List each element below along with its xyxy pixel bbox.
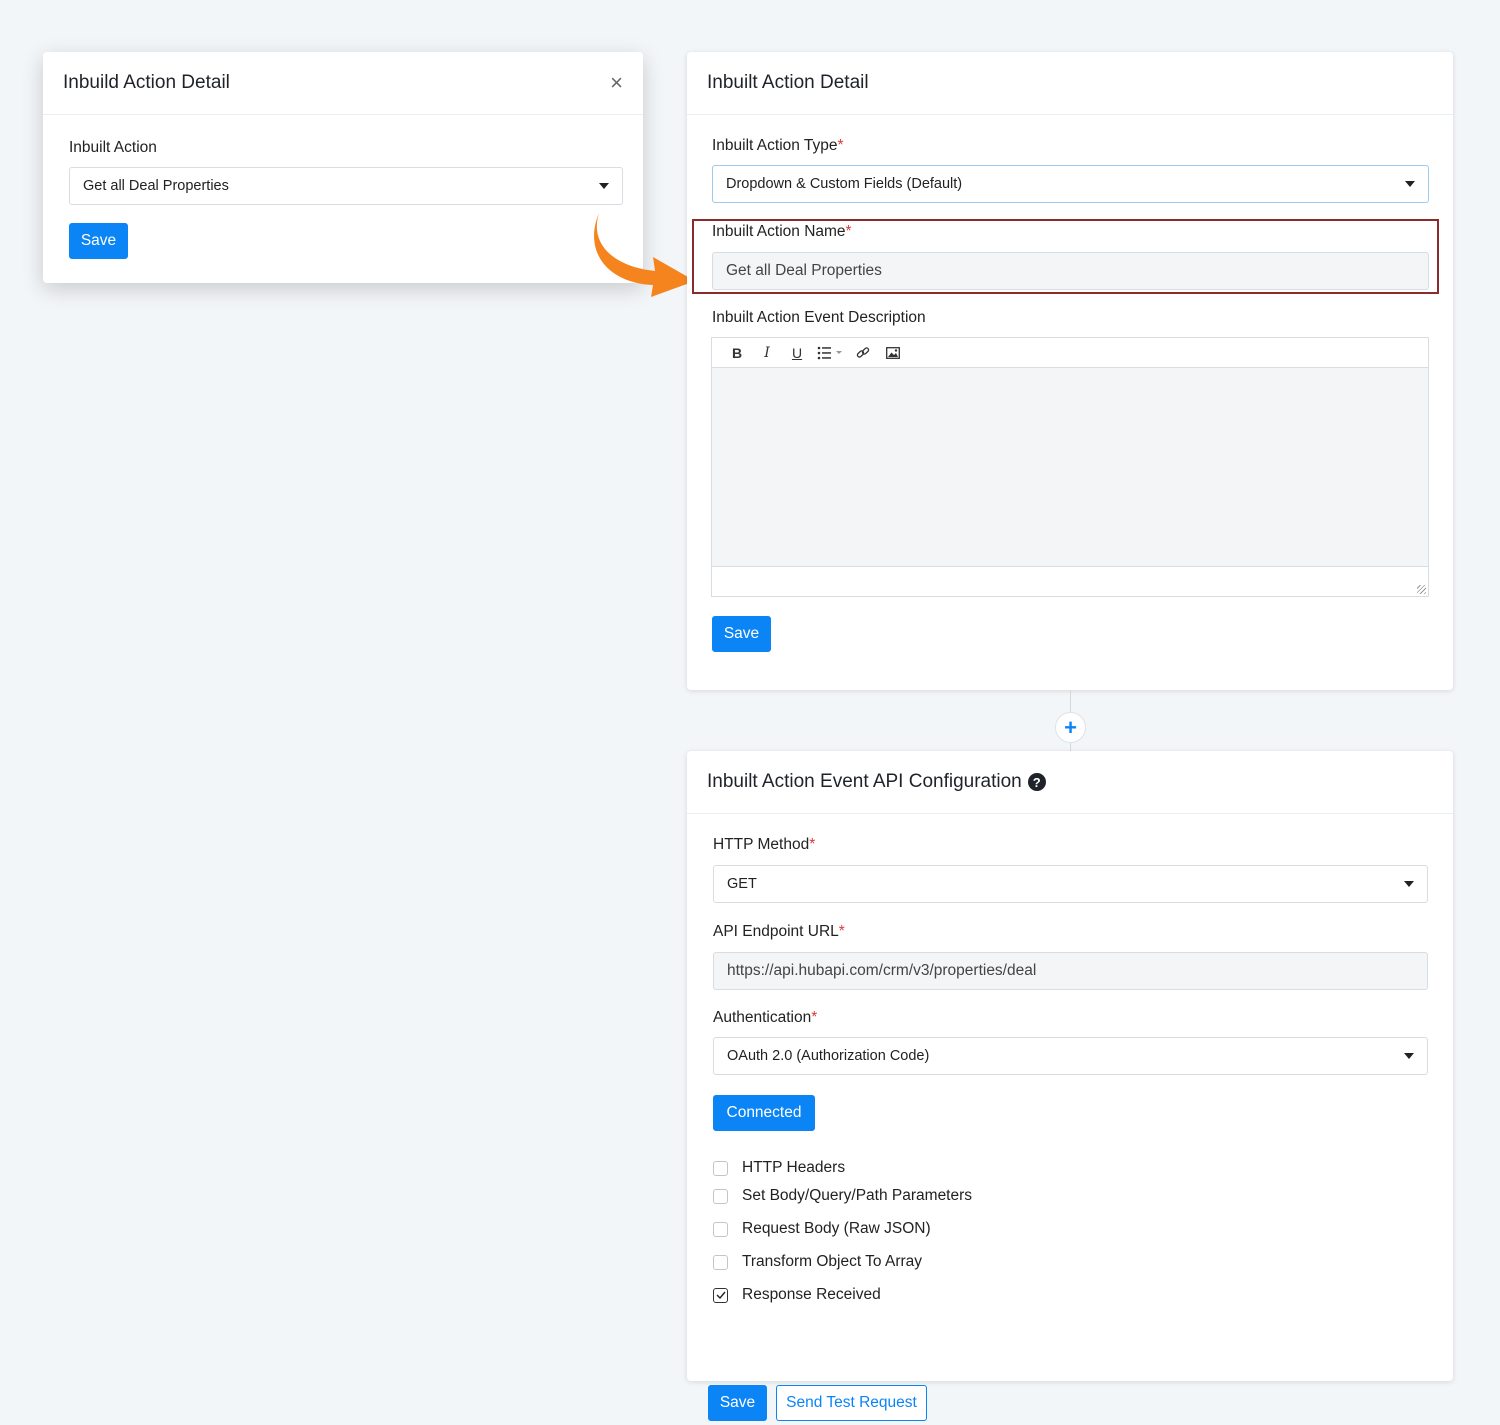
authentication-select[interactable]: OAuth 2.0 (Authorization Code): [713, 1037, 1428, 1075]
checkbox-label: Transform Object To Array: [742, 1253, 923, 1270]
checkbox[interactable]: [713, 1160, 728, 1176]
description-editor[interactable]: B I U: [711, 337, 1429, 597]
detail-card-header: Inbuilt Action Detail: [687, 52, 1453, 115]
api-save-button[interactable]: Save: [708, 1385, 767, 1421]
inbuild-action-modal: Inbuild Action Detail × Inbuilt Action G…: [43, 52, 643, 283]
connected-button[interactable]: Connected: [713, 1095, 815, 1131]
add-step-button[interactable]: +: [1055, 712, 1086, 743]
http-method-label-text: HTTP Method: [713, 836, 810, 853]
editor-statusbar: [712, 566, 1428, 596]
http-method-value: GET: [727, 876, 757, 892]
required-mark: *: [809, 836, 816, 853]
checkbox[interactable]: [713, 1254, 728, 1270]
required-mark: *: [811, 1009, 818, 1026]
help-icon[interactable]: ?: [1027, 773, 1046, 791]
bold-button[interactable]: B: [722, 338, 752, 368]
checkbox-label: Response Received: [742, 1286, 881, 1303]
checkbox-checked[interactable]: [713, 1287, 728, 1303]
detail-card-title: Inbuilt Action Detail: [707, 72, 869, 93]
http-method-select[interactable]: GET: [713, 865, 1428, 903]
action-type-label: Inbuilt Action Type*: [712, 137, 844, 155]
checkbox[interactable]: [713, 1221, 728, 1237]
underline-button[interactable]: U: [782, 338, 812, 368]
required-mark: *: [838, 923, 845, 940]
api-card-title: Inbuilt Action Event API Configuration: [707, 771, 1022, 792]
event-description-label: Inbuilt Action Event Description: [712, 309, 926, 326]
action-type-select-value: Dropdown & Custom Fields (Default): [726, 176, 963, 192]
list-icon: [817, 346, 842, 359]
endpoint-url-value: https://api.hubapi.com/crm/v3/properties…: [727, 962, 1037, 979]
checkbox-label: Set Body/Query/Path Parameters: [742, 1187, 973, 1204]
checkbox-body-params[interactable]: Set Body/Query/Path Parameters: [713, 1187, 972, 1205]
modal-save-button[interactable]: Save: [69, 223, 128, 259]
http-method-label: HTTP Method*: [713, 836, 815, 854]
modal-title: Inbuild Action Detail: [63, 72, 230, 93]
image-button[interactable]: [878, 338, 908, 368]
required-mark: *: [837, 137, 844, 154]
endpoint-url-input[interactable]: https://api.hubapi.com/crm/v3/properties…: [713, 952, 1428, 990]
checkbox-response-received[interactable]: Response Received: [713, 1286, 881, 1304]
resize-handle-icon[interactable]: [1417, 585, 1426, 594]
image-icon: [886, 346, 900, 359]
chevron-down-icon: [1404, 1053, 1414, 1059]
action-type-label-text: Inbuilt Action Type: [712, 137, 838, 154]
send-test-request-button[interactable]: Send Test Request: [776, 1385, 927, 1421]
modal-header: Inbuild Action Detail ×: [43, 52, 643, 115]
action-type-select[interactable]: Dropdown & Custom Fields (Default): [712, 165, 1429, 203]
chevron-down-icon: [1404, 881, 1414, 887]
chevron-down-icon: [1405, 181, 1415, 187]
authentication-label: Authentication*: [713, 1009, 817, 1027]
api-configuration-card: Inbuilt Action Event API Configuration ?…: [687, 751, 1453, 1421]
plus-icon: +: [1064, 714, 1077, 740]
api-card-header: Inbuilt Action Event API Configuration ?: [687, 751, 1453, 814]
highlight-box: [692, 219, 1439, 294]
checkbox-request-body[interactable]: Request Body (Raw JSON): [713, 1220, 931, 1238]
list-dropdown-button[interactable]: [812, 338, 848, 368]
checkbox-http-headers[interactable]: HTTP Headers: [713, 1159, 845, 1177]
inbuilt-action-detail-card: Inbuilt Action Detail Inbuilt Action Typ…: [687, 52, 1453, 690]
checkbox[interactable]: [713, 1188, 728, 1204]
checkbox-label: Request Body (Raw JSON): [742, 1220, 931, 1237]
chevron-down-icon: [599, 183, 609, 189]
orange-arrow-icon: [594, 213, 695, 297]
checkbox-label: HTTP Headers: [742, 1159, 846, 1176]
close-icon[interactable]: ×: [610, 72, 623, 94]
link-icon: [856, 346, 870, 358]
inbuilt-action-select[interactable]: Get all Deal Properties: [69, 167, 623, 205]
check-icon: [716, 1291, 726, 1299]
endpoint-label: API Endpoint URL*: [713, 923, 845, 941]
inbuilt-action-select-value: Get all Deal Properties: [83, 178, 229, 194]
authentication-value: OAuth 2.0 (Authorization Code): [727, 1048, 930, 1064]
inbuilt-action-label: Inbuilt Action: [69, 139, 157, 156]
detail-save-button[interactable]: Save: [712, 616, 771, 652]
authentication-label-text: Authentication: [713, 1009, 812, 1026]
link-button[interactable]: [848, 338, 878, 368]
italic-button[interactable]: I: [752, 338, 782, 368]
checkbox-transform-array[interactable]: Transform Object To Array: [713, 1253, 922, 1271]
editor-toolbar: B I U: [712, 338, 1428, 368]
endpoint-label-text: API Endpoint URL: [713, 923, 839, 940]
